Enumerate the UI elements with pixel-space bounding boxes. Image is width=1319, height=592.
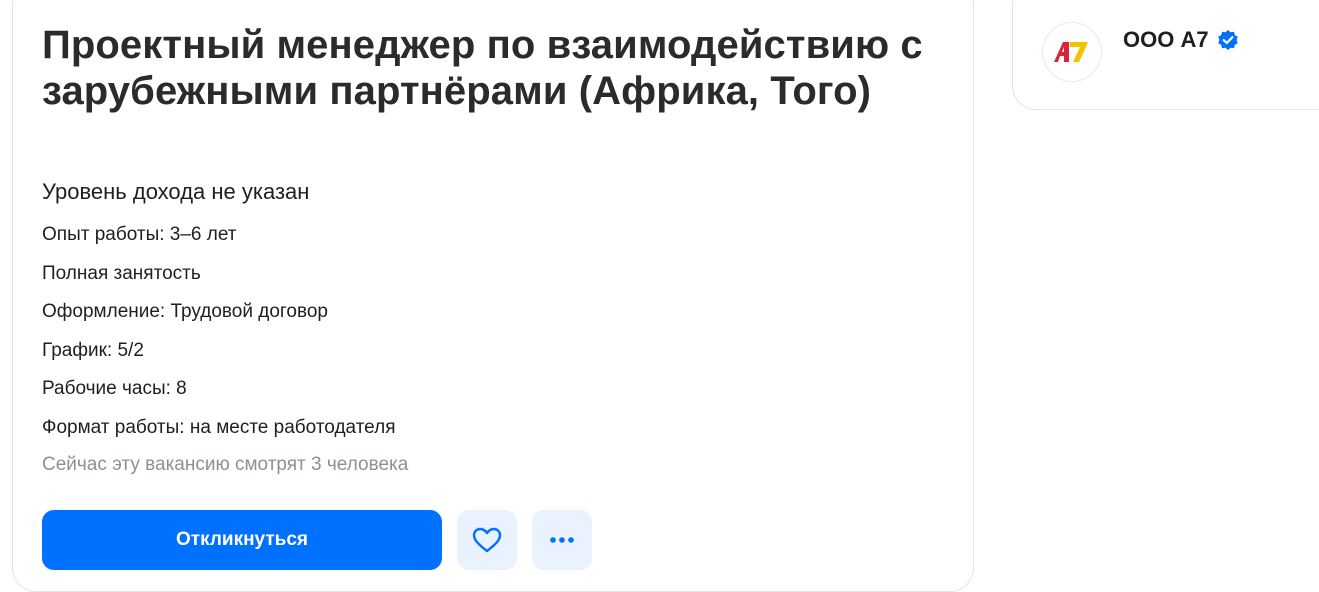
viewers-count: Сейчас эту вакансию смотрят 3 человека (42, 454, 409, 475)
a7-logo-icon (1054, 42, 1088, 62)
favorite-button[interactable] (457, 510, 517, 570)
fact-hours: Рабочие часы: 8 (42, 378, 187, 399)
vacancy-title: Проектный менеджер по взаимодействию с з… (42, 23, 923, 113)
employer-name: ООО А7 (1123, 27, 1209, 52)
verified-badge-icon (1217, 29, 1239, 51)
fact-work-format: Формат работы: на месте работодателя (42, 416, 396, 438)
employer-logo[interactable] (1042, 22, 1102, 82)
more-dots-icon (549, 536, 575, 544)
employer-name-link[interactable]: ООО А7 (1123, 26, 1239, 54)
fact-contract: Оформление: Трудовой договор (42, 301, 328, 322)
fact-schedule: График: 5/2 (42, 339, 144, 361)
fact-employment: Полная занятость (42, 262, 201, 284)
apply-button[interactable]: Откликнуться (42, 510, 442, 570)
vacancy-page: Проектный менеджер по взаимодействию с з… (0, 0, 1319, 592)
more-options-button[interactable] (532, 510, 592, 570)
fact-experience: Опыт работы: 3–6 лет (42, 224, 237, 245)
heart-icon (472, 527, 502, 553)
salary-info: Уровень дохода не указан (42, 179, 310, 204)
vacancy-facts: Опыт работы: 3–6 лет Полная занятость Оф… (42, 222, 396, 453)
